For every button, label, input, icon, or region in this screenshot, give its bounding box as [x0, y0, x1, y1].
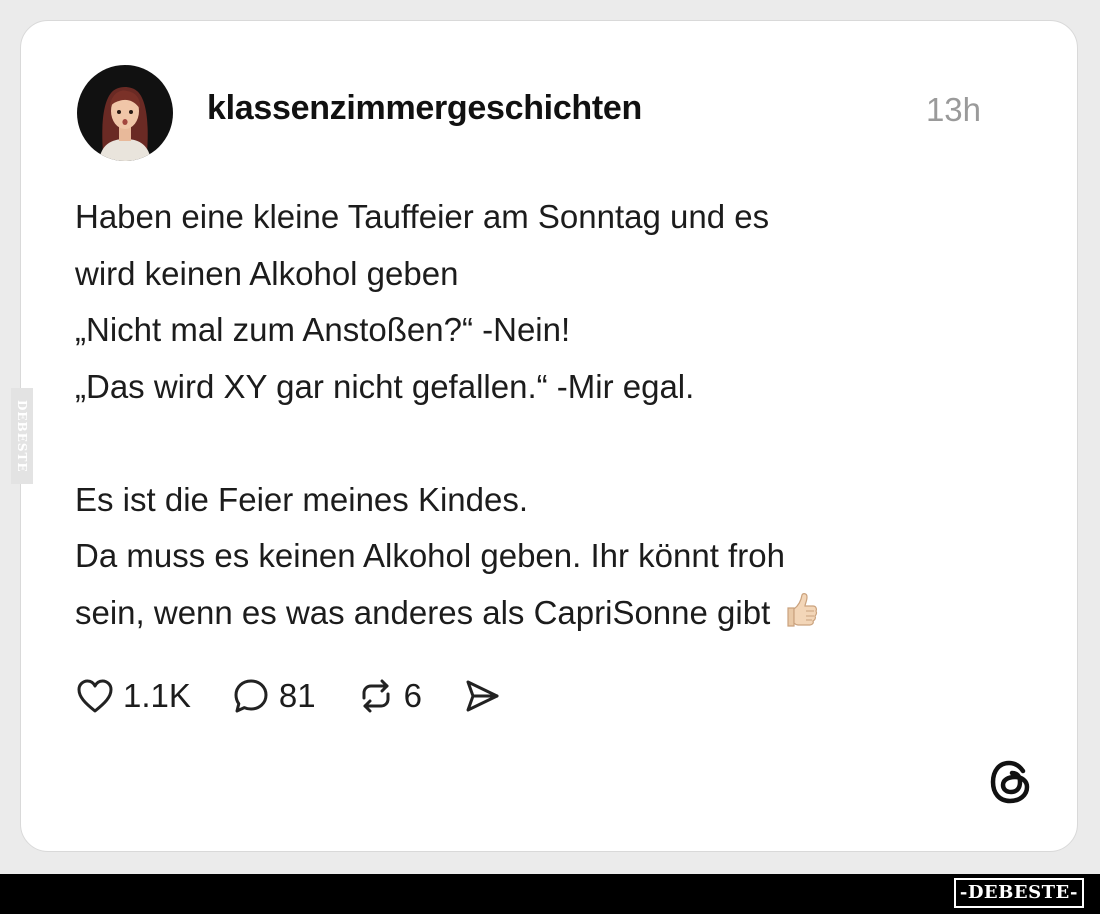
send-icon	[462, 676, 502, 716]
heart-icon	[75, 677, 115, 715]
comment-button[interactable]: 81	[231, 676, 316, 716]
post-card: klassenzimmergeschichten 13h Haben eine …	[20, 20, 1078, 852]
like-count: 1.1K	[123, 677, 191, 714]
repost-button[interactable]: 6	[356, 676, 422, 716]
post-text-line: Da muss es keinen Alkohol geben. Ihr kön…	[75, 537, 785, 574]
bottom-bar: -DEBESTE-	[0, 874, 1100, 914]
post-text-line: „Das wird XY gar nicht gefallen.“ -Mir e…	[75, 367, 695, 405]
like-button[interactable]: 1.1K	[75, 677, 191, 715]
threads-logo-icon	[987, 757, 1035, 812]
post-text-last-line: sein, wenn es was anderes als CapriSonne…	[75, 585, 975, 648]
post-text-line: wird keinen Alkohol geben	[75, 254, 459, 292]
comment-bubble-icon	[231, 676, 271, 716]
share-button[interactable]	[462, 676, 502, 716]
watermark-logo: -DEBESTE-	[953, 878, 1084, 908]
comment-count: 81	[278, 677, 316, 714]
side-watermark: DEBESTE	[11, 388, 33, 484]
avatar[interactable]	[77, 65, 173, 161]
post-text-line: Es ist die Feier meines Kindes.	[75, 480, 529, 518]
post-text: Haben eine kleine Tauffeier am Sonntag u…	[75, 189, 975, 647]
username[interactable]: klassenzimmergeschichten	[207, 89, 642, 128]
post-actions: 1.1K 81 6	[75, 671, 542, 721]
post-text-line: sein, wenn es was anderes als CapriSonne…	[75, 593, 771, 631]
post-text-line: „Nicht mal zum Anstoßen?“ -Nein!	[75, 311, 571, 348]
repost-count: 6	[403, 677, 422, 714]
post-timestamp: 13h	[925, 91, 981, 128]
repost-icon	[356, 676, 396, 716]
thumbs-up-emoji-icon	[780, 590, 820, 648]
post-text-line: Haben eine kleine Tauffeier am Sonntag u…	[75, 198, 770, 235]
